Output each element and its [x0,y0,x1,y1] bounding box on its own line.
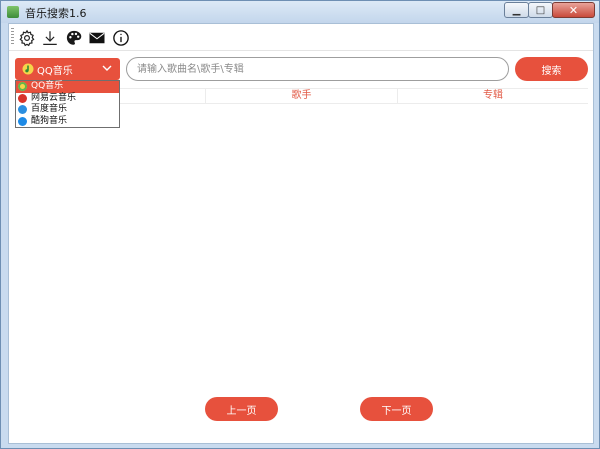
prev-page-button[interactable]: 上一页 [205,397,278,421]
search-button[interactable]: 搜索 [515,57,588,81]
toolbar [9,24,593,51]
kugou-music-icon [18,116,27,126]
window-controls: ▁ □ ✕ [504,2,595,18]
info-icon [113,30,129,46]
gear-icon [19,29,35,47]
source-option-qq[interactable]: QQ音乐 [16,81,119,93]
search-input[interactable] [126,57,509,81]
app-window: 音乐搜索1.6 ▁ □ ✕ QQ音乐 请输入歌曲名\歌手\专辑 搜索 歌手 专辑… [0,0,600,449]
next-page-button[interactable]: 下一页 [360,397,433,421]
source-selected-label: QQ音乐 [37,66,73,77]
source-option-baidu[interactable]: 百度音乐 [16,104,119,116]
source-option-label: QQ音乐 [31,81,64,91]
download-button[interactable] [40,28,60,48]
qq-music-icon [22,63,34,75]
source-option-label: 网易云音乐 [31,92,77,103]
main-content: QQ音乐 搜索 歌手 专辑 QQ音乐 网易云音乐 百度音乐 [8,23,594,444]
column-header-album[interactable]: 专辑 [397,89,588,103]
source-select[interactable]: QQ音乐 [15,58,120,80]
chevron-down-icon [102,65,112,71]
netease-music-icon [18,93,27,103]
baidu-music-icon [18,105,27,114]
app-icon [7,6,19,18]
source-option-kugou[interactable]: 酷狗音乐 [16,116,119,128]
minimize-button[interactable]: ▁ [504,2,529,18]
column-header-artist[interactable]: 歌手 [205,89,397,103]
settings-button[interactable] [17,28,37,48]
source-option-label: 百度音乐 [31,104,68,114]
download-icon [43,31,57,45]
mail-button[interactable] [87,28,107,48]
qq-music-icon [18,82,27,91]
toolbar-grip[interactable] [11,28,14,46]
about-button[interactable] [111,28,131,48]
close-button[interactable]: ✕ [552,2,595,18]
title-bar[interactable]: 音乐搜索1.6 ▁ □ ✕ [1,1,599,23]
palette-icon [66,30,82,45]
theme-button[interactable] [64,28,84,48]
window-title: 音乐搜索1.6 [25,7,87,20]
source-option-netease[interactable]: 网易云音乐 [16,93,119,105]
source-option-label: 酷狗音乐 [31,115,68,126]
mail-icon [89,32,105,44]
source-dropdown-list: QQ音乐 网易云音乐 百度音乐 酷狗音乐 [15,80,120,128]
maximize-button[interactable]: □ [528,2,553,18]
